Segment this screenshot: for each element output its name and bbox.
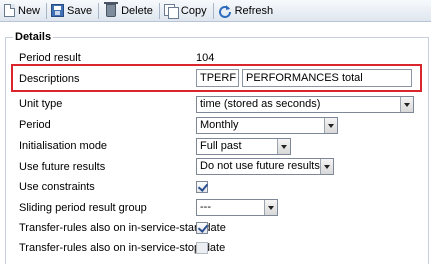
use-constraints-label: Use constraints — [19, 181, 95, 193]
toolbar: New Save Delete Copy Refresh — [0, 0, 431, 22]
refresh-button[interactable]: Refresh — [216, 1, 278, 21]
init-mode-select[interactable]: Full past — [196, 138, 291, 155]
delete-button[interactable]: Delete — [101, 1, 157, 21]
period-label: Period — [19, 119, 51, 131]
toolbar-separator — [98, 2, 100, 19]
transfer-start-checkbox[interactable] — [196, 222, 208, 234]
save-disk-icon — [51, 4, 65, 17]
save-button-label: Save — [67, 4, 93, 17]
chevron-down-icon[interactable] — [277, 139, 290, 154]
sliding-value: --- — [200, 201, 211, 213]
details-legend: Details — [13, 31, 54, 43]
toolbar-separator — [46, 2, 48, 19]
future-results-label: Use future results — [19, 161, 106, 173]
init-mode-label: Initialisation mode — [19, 140, 108, 152]
period-select[interactable]: Monthly — [196, 117, 338, 134]
chevron-down-icon[interactable] — [320, 159, 333, 174]
copy-button-label: Copy — [180, 4, 207, 17]
init-mode-value: Full past — [200, 140, 242, 152]
toolbar-separator — [158, 2, 160, 19]
descriptions-text-input[interactable]: PERFORMANCES total — [242, 69, 412, 87]
descriptions-code-input[interactable]: TPERF — [196, 69, 239, 87]
new-document-icon — [4, 4, 15, 17]
period-result-value: 104 — [196, 52, 215, 64]
trash-icon — [104, 2, 119, 17]
refresh-button-label: Refresh — [234, 4, 274, 17]
transfer-stop-label: Transfer-rules also on in-service-stop-d… — [19, 242, 226, 254]
chevron-down-icon[interactable] — [324, 118, 337, 133]
transfer-stop-checkbox[interactable] — [196, 242, 208, 254]
transfer-start-label: Transfer-rules also on in-service-start-… — [19, 222, 226, 234]
chevron-down-icon[interactable] — [264, 200, 277, 215]
delete-button-label: Delete — [121, 4, 153, 17]
unit-type-select[interactable]: time (stored as seconds) — [196, 96, 414, 113]
copy-button[interactable]: Copy — [162, 1, 211, 21]
new-button[interactable]: New — [2, 1, 44, 21]
future-results-select[interactable]: Do not use future results — [196, 158, 334, 175]
toolbar-separator — [212, 2, 214, 19]
period-value: Monthly — [200, 119, 239, 131]
chevron-down-icon[interactable] — [400, 97, 413, 112]
future-results-value: Do not use future results — [200, 160, 320, 172]
use-constraints-checkbox[interactable] — [196, 181, 208, 193]
sliding-label: Sliding period result group — [19, 202, 147, 214]
new-button-label: New — [18, 4, 41, 17]
period-result-label: Period result — [19, 52, 81, 64]
refresh-icon — [218, 4, 232, 18]
save-button[interactable]: Save — [49, 1, 96, 21]
descriptions-label: Descriptions — [19, 73, 80, 85]
unit-type-value: time (stored as seconds) — [200, 98, 321, 110]
unit-type-label: Unit type — [19, 98, 63, 110]
sliding-select[interactable]: --- — [196, 199, 278, 216]
copy-icon — [163, 3, 179, 19]
